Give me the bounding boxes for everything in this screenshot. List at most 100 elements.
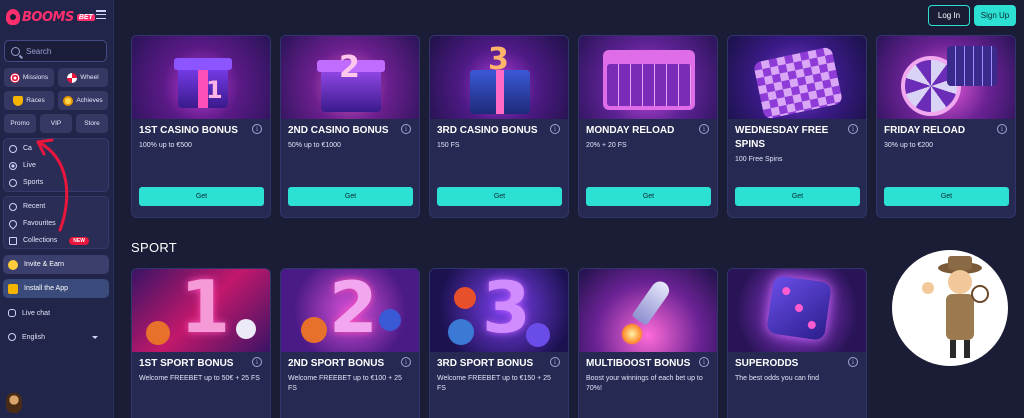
- info-icon[interactable]: i: [252, 124, 262, 134]
- get-button[interactable]: Get: [139, 187, 264, 206]
- promo-card[interactable]: 1 1ST CASINO BONUS i 100% up to €500 Get: [131, 35, 271, 218]
- chevron-down-icon: [92, 336, 98, 339]
- info-icon[interactable]: i: [699, 124, 709, 134]
- races-button[interactable]: Races: [4, 91, 54, 110]
- collections-label: Collections: [23, 237, 58, 244]
- info-icon[interactable]: i: [550, 124, 560, 134]
- promo-card[interactable]: FRIDAY RELOAD i 30% up to €200 Get: [876, 35, 1016, 218]
- info-icon[interactable]: i: [401, 124, 411, 134]
- get-button[interactable]: Get: [884, 187, 1009, 206]
- target-icon: [9, 72, 20, 83]
- card-body: MULTIBOOST BONUS i Boost your winnings o…: [579, 352, 717, 394]
- promo-card[interactable]: SUPERODDS i The best odds you can find: [727, 268, 867, 418]
- info-icon[interactable]: i: [550, 357, 560, 367]
- install-app-button[interactable]: Install the App: [3, 279, 109, 298]
- card-title: 1ST SPORT BONUS: [139, 358, 234, 369]
- logo-suffix: BET: [76, 13, 95, 21]
- download-icon: [8, 283, 18, 294]
- numeral-2: 2: [339, 50, 360, 85]
- annotation-arrow: [36, 138, 69, 232]
- menu-toggle-icon[interactable]: [96, 10, 106, 19]
- card-title: MONDAY RELOAD: [586, 125, 675, 136]
- card-title: 2ND SPORT BONUS: [288, 358, 385, 369]
- search-input[interactable]: [26, 46, 96, 56]
- invite-label: Invite & Earn: [24, 261, 65, 268]
- card-title: 2ND CASINO BONUS: [288, 125, 389, 136]
- card-body: FRIDAY RELOAD i 30% up to €200: [877, 119, 1015, 151]
- info-icon[interactable]: i: [252, 357, 262, 367]
- races-label: Races: [26, 97, 45, 104]
- card-image: 2: [281, 36, 419, 119]
- achieves-label: Achieves: [76, 97, 103, 104]
- signup-button[interactable]: Sign Up: [974, 5, 1016, 26]
- wheel-button[interactable]: Wheel: [58, 68, 108, 87]
- card-body: MONDAY RELOAD i 20% + 20 FS: [579, 119, 717, 151]
- card-image: [579, 36, 717, 119]
- search-box[interactable]: [4, 40, 107, 62]
- card-image: [877, 36, 1015, 119]
- card-body: WEDNESDAY FREE SPINS i 100 Free Spins: [728, 119, 866, 165]
- globe-icon: [8, 333, 16, 341]
- get-button[interactable]: Get: [735, 187, 860, 206]
- card-image: 1: [132, 36, 270, 119]
- card-image: [728, 36, 866, 119]
- card-title: SUPERODDS: [735, 358, 799, 369]
- promo-card[interactable]: 2 2ND CASINO BONUS i 50% up to €1000 Get: [280, 35, 420, 218]
- card-subtitle: 30% up to €200: [884, 142, 934, 149]
- missions-label: Missions: [22, 74, 49, 81]
- info-icon[interactable]: i: [699, 357, 709, 367]
- card-subtitle: 50% up to €1000: [288, 142, 341, 149]
- promo-card[interactable]: WEDNESDAY FREE SPINS i 100 Free Spins Ge…: [727, 35, 867, 218]
- card-image: 3: [430, 36, 568, 119]
- numeral-1: 1: [180, 269, 231, 349]
- promo-card[interactable]: 3 3RD CASINO BONUS i 150 FS Get: [429, 35, 569, 218]
- card-body: 2ND SPORT BONUS i Welcome FREEBET up to …: [281, 352, 419, 394]
- achieves-button[interactable]: Achieves: [58, 91, 108, 110]
- wheel-icon: [67, 72, 78, 83]
- live-chat-label: Live chat: [22, 309, 51, 317]
- card-title: FRIDAY RELOAD: [884, 125, 966, 136]
- promo-card[interactable]: 2 2ND SPORT BONUS i Welcome FREEBET up t…: [280, 268, 420, 418]
- promo-card[interactable]: MULTIBOOST BONUS i Boost your winnings o…: [578, 268, 718, 418]
- language-label: English: [22, 333, 45, 341]
- brand-logo[interactable]: BOOMS BET: [6, 7, 95, 27]
- promo-card[interactable]: 1 1ST SPORT BONUS i Welcome FREEBET up t…: [131, 268, 271, 418]
- promo-card[interactable]: MONDAY RELOAD i 20% + 20 FS Get: [578, 35, 718, 218]
- logo-text: BOOMS: [22, 9, 74, 25]
- card-subtitle: Boost your winnings of each bet up to 70…: [586, 375, 703, 392]
- info-icon[interactable]: i: [997, 124, 1007, 134]
- invite-earn-button[interactable]: Invite & Earn: [3, 255, 109, 274]
- info-icon[interactable]: i: [848, 124, 858, 134]
- get-button[interactable]: Get: [437, 187, 562, 206]
- dice-icon: [766, 275, 832, 341]
- info-icon[interactable]: i: [401, 357, 411, 367]
- card-subtitle: Welcome FREEBET up to 50€ + 25 FS: [139, 375, 260, 382]
- login-button[interactable]: Log In: [928, 5, 970, 26]
- chat-icon: [8, 309, 16, 317]
- card-body: 3RD SPORT BONUS i Welcome FREEBET up to …: [430, 352, 568, 394]
- quick-buttons: Missions Wheel Races Achieves: [4, 68, 108, 110]
- top-bar: [115, 0, 1024, 32]
- card-subtitle: Welcome FREEBET up to €150 + 25 FS: [437, 375, 551, 392]
- missions-button[interactable]: Missions: [4, 68, 54, 87]
- numeral-3: 3: [482, 269, 531, 349]
- get-button[interactable]: Get: [288, 187, 413, 206]
- card-image: 2: [281, 269, 419, 352]
- avatar[interactable]: [6, 393, 22, 413]
- card-body: 3RD CASINO BONUS i 150 FS: [430, 119, 568, 151]
- live-chat-link[interactable]: Live chat: [8, 309, 50, 317]
- card-body: 1ST SPORT BONUS i Welcome FREEBET up to …: [132, 352, 270, 384]
- card-subtitle: The best odds you can find: [735, 375, 820, 382]
- card-subtitle: 150 FS: [437, 142, 460, 149]
- get-button[interactable]: Get: [586, 187, 711, 206]
- language-selector[interactable]: English: [8, 333, 108, 341]
- card-subtitle: 100% up to €500: [139, 142, 192, 149]
- logo-icon: [6, 9, 20, 25]
- sidebar: BOOMS BET Missions Wheel Races Achie: [0, 0, 114, 418]
- info-icon[interactable]: i: [848, 357, 858, 367]
- install-label: Install the App: [24, 285, 68, 292]
- numeral-3: 3: [488, 42, 509, 77]
- numeral-2: 2: [329, 269, 378, 349]
- promo-card[interactable]: 3 3RD SPORT BONUS i Welcome FREEBET up t…: [429, 268, 569, 418]
- card-body: 2ND CASINO BONUS i 50% up to €1000: [281, 119, 419, 151]
